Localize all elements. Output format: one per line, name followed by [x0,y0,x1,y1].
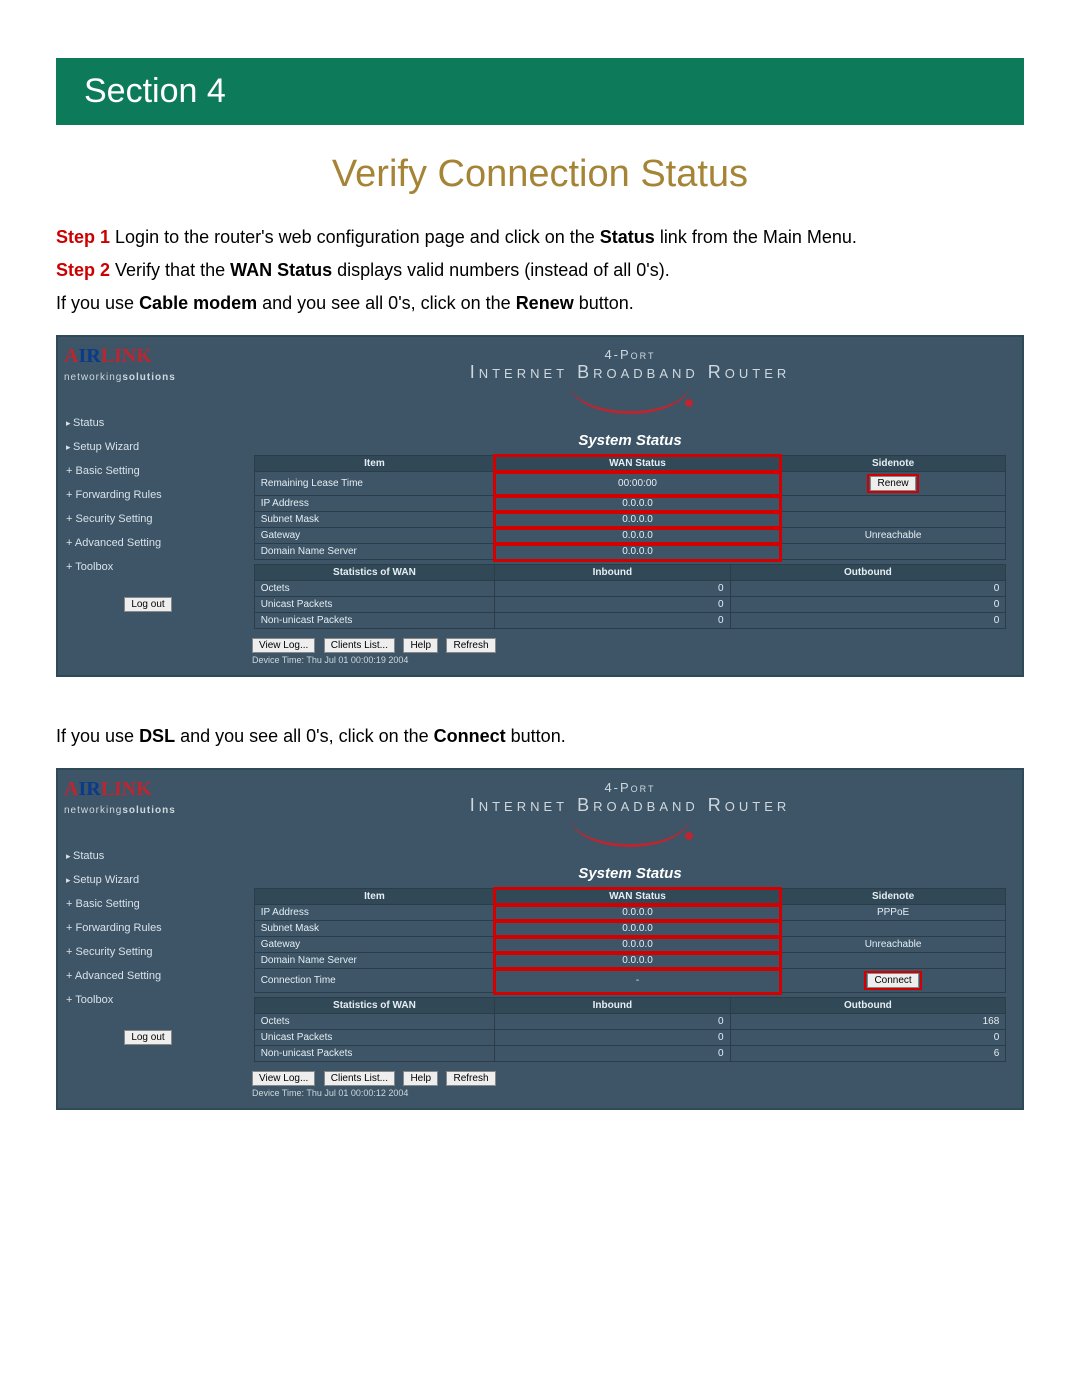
menu-forwarding-rules[interactable]: Forwarding Rules [64,916,232,940]
clients-list-button[interactable]: Clients List... [324,1071,395,1086]
menu-toolbox[interactable]: Toolbox [64,988,232,1012]
step-2-label: Step 2 [56,260,110,280]
router-menu: Status Setup Wizard Basic Setting Forwar… [64,844,232,1012]
router-screenshot-dsl: AIRLINK networkingsolutions Status Setup… [56,768,1024,1110]
wan-status-table: Item WAN Status Sidenote IP Address0.0.0… [254,888,1007,993]
col-wan-status: WAN Status [495,456,781,472]
menu-advanced-setting[interactable]: Advanced Setting [64,531,232,555]
device-time: Device Time: Thu Jul 01 00:00:19 2004 [252,655,1022,665]
col-sidenote: Sidenote [780,889,1006,905]
dsl-note: If you use DSL and you see all 0's, clic… [56,723,1024,750]
col-item: Item [254,456,495,472]
router-header: 4-Port Internet Broadband Router [238,337,1022,418]
renew-button[interactable]: Renew [870,476,915,491]
clients-list-button[interactable]: Clients List... [324,638,395,653]
col-wan-status: WAN Status [495,889,781,905]
device-time: Device Time: Thu Jul 01 00:00:12 2004 [252,1088,1022,1098]
menu-status[interactable]: Status [64,411,232,435]
action-buttons: View Log... Clients List... Help Refresh [252,635,1022,653]
menu-advanced-setting[interactable]: Advanced Setting [64,964,232,988]
menu-security-setting[interactable]: Security Setting [64,940,232,964]
menu-setup-wizard[interactable]: Setup Wizard [64,435,232,459]
menu-setup-wizard[interactable]: Setup Wizard [64,868,232,892]
page-title: Verify Connection Status [56,153,1024,196]
view-log-button[interactable]: View Log... [252,1071,315,1086]
step-1-text: Step 1 Login to the router's web configu… [56,224,1024,251]
menu-basic-setting[interactable]: Basic Setting [64,892,232,916]
router-header: 4-Port Internet Broadband Router [238,770,1022,851]
step-1-label: Step 1 [56,227,110,247]
router-sidebar: AIRLINK networkingsolutions Status Setup… [58,337,238,675]
menu-basic-setting[interactable]: Basic Setting [64,459,232,483]
col-item: Item [254,889,495,905]
view-log-button[interactable]: View Log... [252,638,315,653]
menu-status[interactable]: Status [64,844,232,868]
airlink-logo: AIRLINK networkingsolutions [64,345,232,383]
step-2-text: Step 2 Verify that the WAN Status displa… [56,257,1024,284]
router-main: 4-Port Internet Broadband Router System … [238,337,1022,675]
wan-stats-table: Statistics of WAN Inbound Outbound Octet… [254,564,1007,629]
swoosh-icon [570,377,690,414]
cable-note: If you use Cable modem and you see all 0… [56,290,1024,317]
system-status-title: System Status [238,432,1022,449]
help-button[interactable]: Help [403,1071,438,1086]
col-sidenote: Sidenote [780,456,1006,472]
menu-forwarding-rules[interactable]: Forwarding Rules [64,483,232,507]
help-button[interactable]: Help [403,638,438,653]
menu-toolbox[interactable]: Toolbox [64,555,232,579]
action-buttons: View Log... Clients List... Help Refresh [252,1068,1022,1086]
wan-status-table: Item WAN Status Sidenote Remaining Lease… [254,455,1007,560]
logout-button[interactable]: Log out [124,1030,171,1045]
section-banner: Section 4 [56,58,1024,125]
swoosh-icon [570,810,690,847]
wan-stats-table: Statistics of WAN Inbound Outbound Octet… [254,997,1007,1062]
connect-button[interactable]: Connect [867,973,918,988]
system-status-title: System Status [238,865,1022,882]
router-screenshot-cable: AIRLINK networkingsolutions Status Setup… [56,335,1024,677]
airlink-logo: AIRLINK networkingsolutions [64,778,232,816]
logout-button[interactable]: Log out [124,597,171,612]
refresh-button[interactable]: Refresh [446,1071,495,1086]
refresh-button[interactable]: Refresh [446,638,495,653]
router-main: 4-Port Internet Broadband Router System … [238,770,1022,1108]
router-menu: Status Setup Wizard Basic Setting Forwar… [64,411,232,579]
router-sidebar: AIRLINK networkingsolutions Status Setup… [58,770,238,1108]
menu-security-setting[interactable]: Security Setting [64,507,232,531]
